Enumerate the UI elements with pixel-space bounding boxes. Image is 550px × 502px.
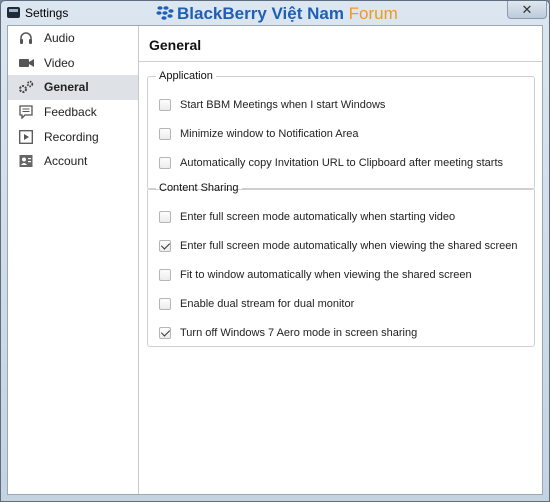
sidebar-item-label: Account [44,154,88,169]
option-fullscreen-starting-video[interactable]: Enter full screen mode automatically whe… [159,209,455,225]
close-button[interactable]: ✕ [507,1,547,19]
speech-bubble-icon [18,105,34,120]
option-label: Start BBM Meetings when I start Windows [180,99,386,111]
sidebar-item-recording[interactable]: Recording [8,124,138,149]
checkbox[interactable] [159,157,171,169]
account-card-icon [18,154,34,168]
option-disable-aero[interactable]: Turn off Windows 7 Aero mode in screen s… [159,325,417,341]
option-fullscreen-shared-screen[interactable]: Enter full screen mode automatically whe… [159,238,518,254]
sidebar-item-label: Audio [44,31,75,46]
application-group: Application Start BBM Meetings when I st… [147,70,535,190]
sidebar-item-audio[interactable]: Audio [8,26,138,51]
option-label: Enter full screen mode automatically whe… [180,211,456,223]
general-settings-panel: General Application Start BBM Meetings w… [139,26,542,494]
content-sharing-group-title: Content Sharing [159,182,239,194]
checkbox-checked[interactable] [159,327,171,339]
option-fit-to-window[interactable]: Fit to window automatically when viewing… [159,267,472,283]
settings-client-area: Audio Video General Feedback Recording A… [7,25,543,495]
checkbox[interactable] [159,128,171,140]
content-sharing-group: Content Sharing Enter full screen mode a… [147,182,535,347]
headphones-icon [18,31,34,45]
option-label: Turn off Windows 7 Aero mode in screen s… [180,327,418,339]
option-label: Enable dual stream for dual monitor [180,298,355,310]
sidebar-item-account[interactable]: Account [8,149,138,174]
settings-sidebar: Audio Video General Feedback Recording A… [8,26,139,494]
sidebar-item-video[interactable]: Video [8,51,138,76]
checkbox[interactable] [159,298,171,310]
option-copy-invitation-url[interactable]: Automatically copy Invitation URL to Cli… [159,155,503,171]
application-group-title: Application [159,70,213,82]
settings-window: Settings BlackBerry Việt Nam Forum ✕ Aud… [0,0,550,502]
checkbox[interactable] [159,269,171,281]
sidebar-item-feedback[interactable]: Feedback [8,100,138,125]
option-minimize-to-tray[interactable]: Minimize window to Notification Area [159,126,359,142]
option-label: Enter full screen mode automatically whe… [180,240,518,252]
sidebar-item-label: Feedback [44,105,97,120]
window-title: Settings [25,6,69,20]
option-label: Automatically copy Invitation URL to Cli… [180,157,504,169]
option-label: Minimize window to Notification Area [180,128,359,140]
checkbox[interactable] [159,99,171,111]
watermark-text: BlackBerry Việt Nam [177,4,349,23]
sidebar-item-label: General [44,80,89,95]
sidebar-item-general[interactable]: General [8,75,138,100]
gears-icon [18,80,34,94]
watermark-accent-text: Forum [348,4,398,23]
title-bar[interactable]: Settings BlackBerry Việt Nam Forum ✕ [1,1,549,25]
option-label: Fit to window automatically when viewing… [180,269,472,281]
option-dual-stream[interactable]: Enable dual stream for dual monitor [159,296,354,312]
blackberry-logo-icon [156,6,174,20]
app-icon [7,7,20,18]
option-start-with-windows[interactable]: Start BBM Meetings when I start Windows [159,97,385,113]
checkbox[interactable] [159,211,171,223]
video-camera-icon [18,56,34,70]
sidebar-item-label: Video [44,55,75,70]
heading-divider [139,61,542,62]
forum-watermark: BlackBerry Việt Nam Forum [156,4,398,24]
record-play-icon [18,129,34,144]
sidebar-item-label: Recording [44,129,99,144]
checkbox-checked[interactable] [159,240,171,252]
page-title: General [149,37,202,53]
